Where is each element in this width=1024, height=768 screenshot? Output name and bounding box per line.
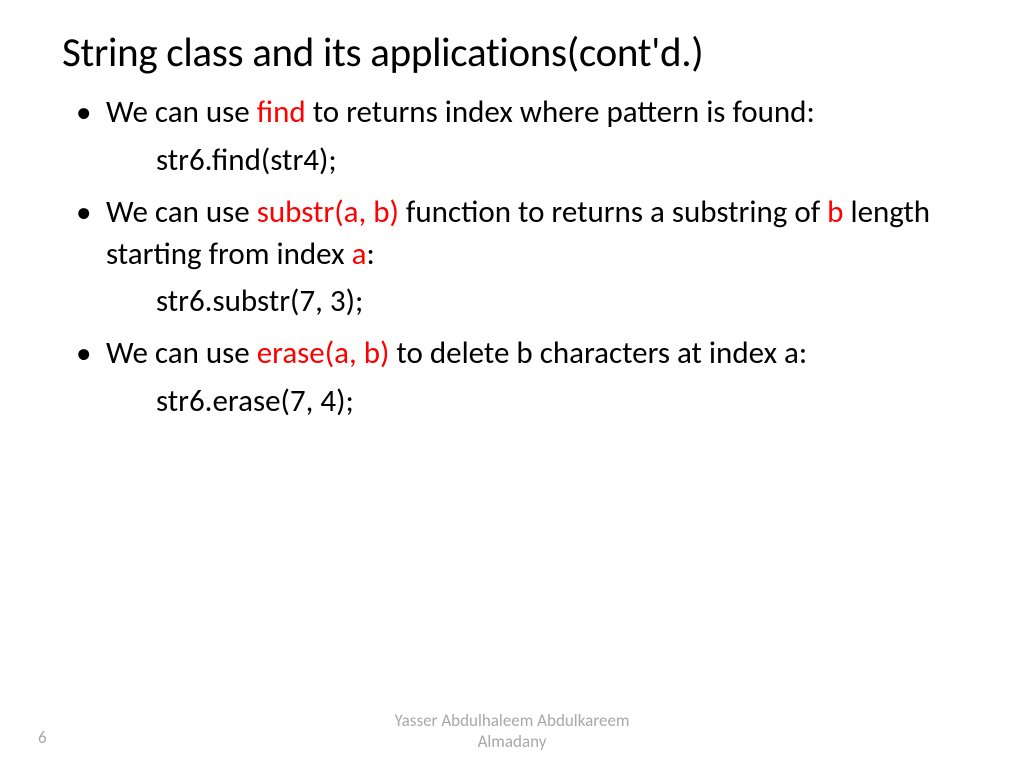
- text-fragment: :: [366, 235, 374, 273]
- text-fragment: We can use: [106, 93, 257, 131]
- text-fragment: We can use: [106, 193, 257, 231]
- text-fragment: We can use: [106, 334, 257, 372]
- highlight-find: find: [257, 93, 306, 131]
- slide-title: String class and its applications(cont'd…: [62, 28, 962, 78]
- author-line-2: Almadany: [394, 731, 629, 752]
- text-fragment: to returns index where pattern is found:: [306, 93, 815, 131]
- slide-footer: Yasser Abdulhaleem Abdulkareem Almadany: [0, 710, 1024, 753]
- bullet-list: We can use find to returns index where p…: [62, 92, 962, 423]
- code-erase: str6.erase(7, 4);: [62, 381, 962, 423]
- text-fragment: function to returns a substring of: [399, 193, 827, 231]
- author-line-1: Yasser Abdulhaleem Abdulkareem: [394, 710, 629, 731]
- slide-content: String class and its applications(cont'd…: [0, 0, 1024, 423]
- author-name: Yasser Abdulhaleem Abdulkareem Almadany: [394, 710, 629, 753]
- highlight-erase: erase(a, b): [257, 334, 390, 372]
- bullet-item-erase: We can use erase(a, b) to delete b chara…: [62, 333, 962, 375]
- highlight-substr: substr(a, b): [257, 193, 399, 231]
- highlight-b: b: [827, 193, 843, 231]
- bullet-item-substr: We can use substr(a, b) function to retu…: [62, 192, 962, 276]
- highlight-a: a: [352, 235, 367, 273]
- code-find: str6.find(str4);: [62, 140, 962, 182]
- text-fragment: to delete b characters at index a:: [389, 334, 807, 372]
- code-substr: str6.substr(7, 3);: [62, 281, 962, 323]
- bullet-item-find: We can use find to returns index where p…: [62, 92, 962, 134]
